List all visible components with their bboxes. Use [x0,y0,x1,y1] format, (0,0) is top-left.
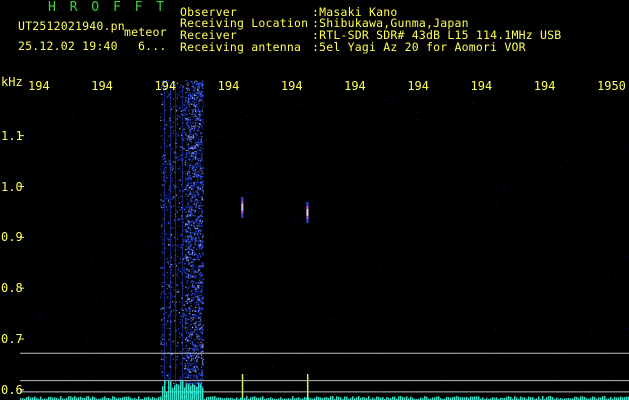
x-tick-label: 194 [154,79,177,93]
noise-speckle [20,95,629,400]
y-tick-label: 1.0 [1,179,23,194]
y-tick-label: 0.8 [1,281,23,296]
hrofft-screen: H R O F F T UT2512021940.pn meteor 25.12… [0,0,629,400]
echo-spike [306,374,309,400]
x-tick-label: 194 [217,79,240,93]
x-tick-label: 194 [344,79,366,93]
x-tick-label: 1950 [597,79,626,93]
x-tick-label: 194 [533,79,556,93]
baseline-spectrum [20,380,629,400]
x-tick-label: 194 [407,79,430,93]
y-tick-label: 0.9 [1,230,23,245]
y-tick-label: 0.6 [1,382,23,397]
x-tick-label: 194 [280,79,303,93]
y-tick-label: 0.7 [1,332,23,346]
y-axis-label: kHz [1,75,23,89]
x-tick-label: 194 [91,79,113,93]
spectrogram [20,80,629,400]
echo-spike [241,374,244,400]
x-tick-label: 194 [470,79,493,93]
meteor-echo [241,196,244,400]
meteor-echo [306,201,309,400]
interference-band [160,80,204,400]
x-tick-label: 194 [28,79,50,93]
y-tick-label: 1.1 [1,128,23,143]
